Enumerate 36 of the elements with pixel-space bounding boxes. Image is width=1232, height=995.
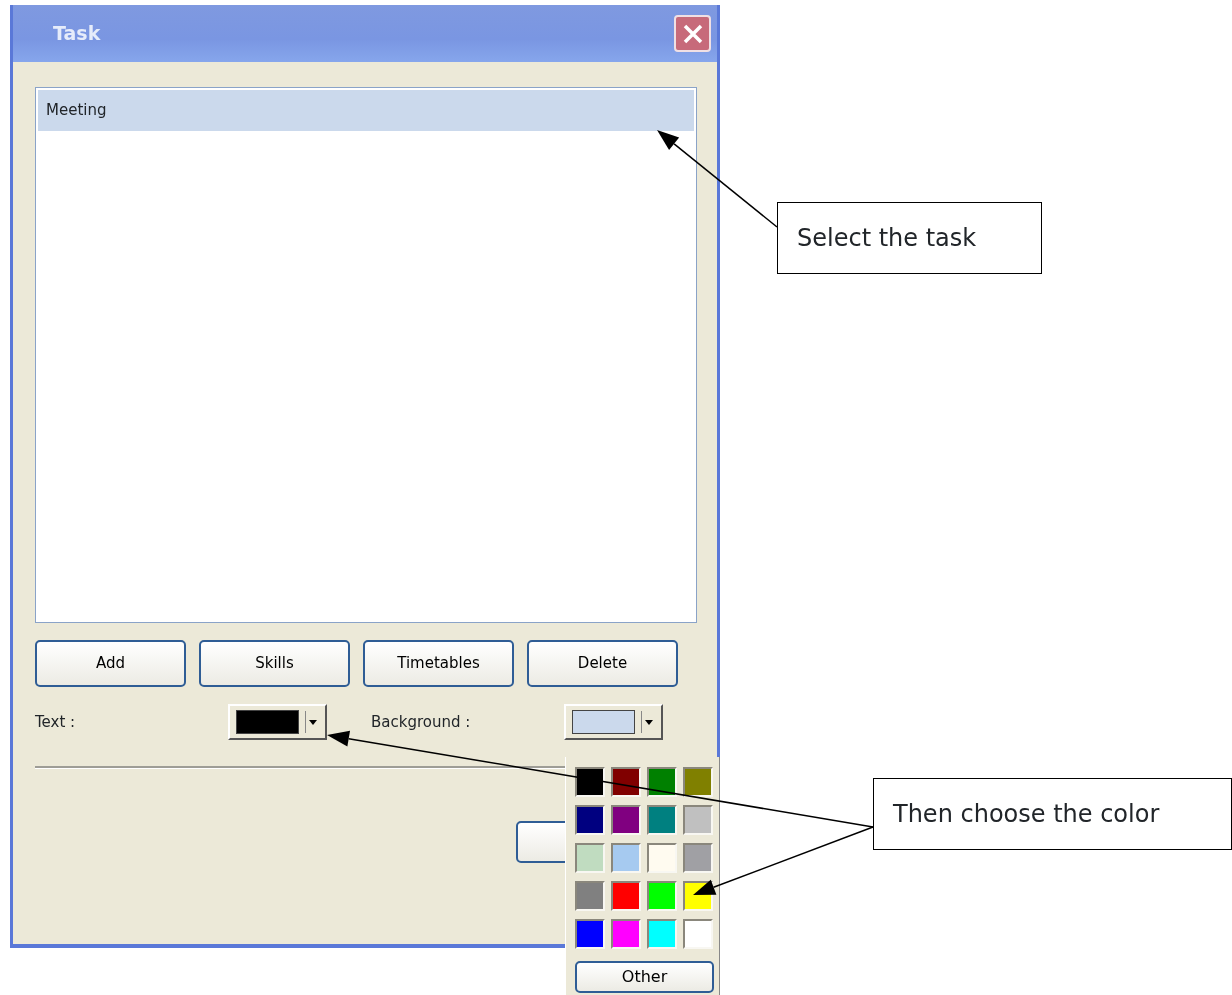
color-swatch[interactable] (575, 919, 605, 949)
color-picker[interactable] (228, 704, 327, 740)
color-swatch[interactable] (647, 843, 677, 873)
dialog-button[interactable]: Add (35, 640, 186, 687)
dialog-button[interactable]: Timetables (363, 640, 514, 687)
color-swatch[interactable] (647, 919, 677, 949)
caret-icon (308, 719, 317, 725)
color-swatch[interactable] (647, 805, 677, 835)
color-swatch[interactable] (647, 881, 677, 911)
color-swatch[interactable] (575, 843, 605, 873)
color-swatch[interactable] (683, 805, 713, 835)
color-swatch[interactable] (683, 767, 713, 797)
color-swatch[interactable] (611, 805, 641, 835)
color-swatch[interactable] (647, 767, 677, 797)
color-swatch[interactable] (575, 881, 605, 911)
list-item[interactable]: Meeting (38, 90, 694, 131)
color-swatch[interactable] (575, 805, 605, 835)
field-label: Background : (371, 711, 472, 733)
callout-box: Then choose the color (873, 778, 1232, 850)
color-swatch[interactable] (683, 919, 713, 949)
close-button[interactable] (674, 15, 711, 52)
other-button[interactable]: Other (575, 961, 714, 993)
color-swatch[interactable] (611, 843, 641, 873)
color-swatch[interactable] (683, 843, 713, 873)
dialog-button[interactable]: Skills (199, 640, 350, 687)
color-swatch[interactable] (575, 767, 605, 797)
callout-box: Select the task (777, 202, 1042, 274)
dialog-button[interactable]: Delete (527, 640, 678, 687)
color-swatch[interactable] (611, 767, 641, 797)
window-title: Task (53, 21, 101, 47)
close-icon (681, 22, 704, 45)
color-swatch[interactable] (611, 919, 641, 949)
caret-icon (644, 719, 653, 725)
field-label: Text : (35, 711, 77, 733)
color-picker[interactable] (564, 704, 663, 740)
color-swatch[interactable] (611, 881, 641, 911)
